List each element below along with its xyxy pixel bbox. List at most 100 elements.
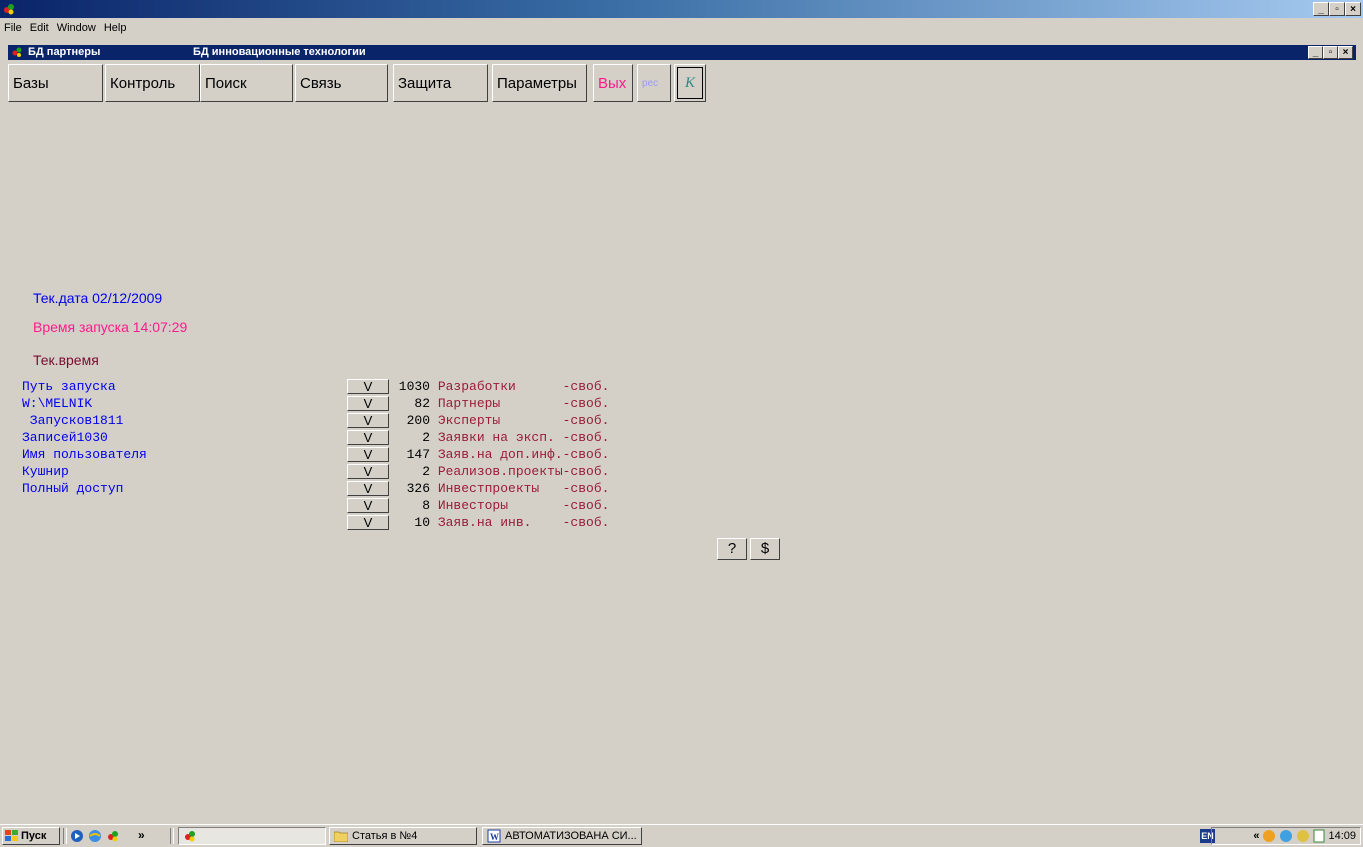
db-row: 10 Заяв.на инв. -своб. bbox=[390, 515, 609, 530]
open-db-button[interactable]: V bbox=[347, 515, 389, 530]
start-time: Время запуска 14:07:29 bbox=[33, 319, 188, 335]
current-date: Тек.дата 02/12/2009 bbox=[33, 290, 163, 306]
quicklaunch-chevron-icon[interactable]: » bbox=[138, 828, 145, 842]
db-row: 1030 Разработки -своб. bbox=[390, 379, 610, 394]
document-title: БД партнеры bbox=[28, 46, 101, 58]
clock: 14:09 bbox=[1328, 830, 1356, 842]
app-quicklaunch-icon[interactable] bbox=[106, 829, 120, 843]
db-count: 82 bbox=[414, 396, 430, 411]
db-count: 147 bbox=[406, 447, 430, 462]
control-button[interactable]: Контроль bbox=[105, 64, 200, 102]
username-label: Имя пользователя bbox=[22, 447, 147, 462]
db-row: 200 Эксперты -своб. bbox=[390, 413, 610, 428]
media-player-icon[interactable] bbox=[70, 829, 84, 843]
document-title-bar: БД партнеры БД инновационные технологии … bbox=[8, 45, 1356, 60]
db-row: 2 Реализов.проекты-своб. bbox=[390, 464, 609, 479]
doc-restore-button[interactable]: ▫ bbox=[1323, 46, 1338, 59]
tray-document-icon[interactable] bbox=[1313, 829, 1325, 843]
db-count: 200 bbox=[406, 413, 430, 428]
windows-logo-icon bbox=[5, 830, 18, 841]
menu-window[interactable]: Window bbox=[53, 22, 100, 34]
current-time: Тек.время bbox=[33, 352, 99, 368]
close-button[interactable]: × bbox=[1345, 2, 1361, 16]
main-title-bar: _ ▫ × bbox=[0, 0, 1363, 18]
res-button[interactable]: рес bbox=[637, 64, 671, 102]
db-row: 2 Заявки на эксп. -своб. bbox=[390, 430, 609, 445]
open-db-button[interactable]: V bbox=[347, 447, 389, 462]
db-row: 8 Инвесторы -своб. bbox=[390, 498, 609, 513]
document-window-controls: _ ▫ × bbox=[1308, 46, 1353, 59]
open-db-button[interactable]: V bbox=[347, 430, 389, 445]
minimize-button[interactable]: _ bbox=[1313, 2, 1329, 16]
db-row: 82 Партнеры -своб. bbox=[390, 396, 609, 411]
username: Кушнир bbox=[22, 464, 69, 479]
db-count: 2 bbox=[422, 464, 430, 479]
tray-expand-icon[interactable]: « bbox=[1253, 830, 1259, 842]
launch-path: W:\MELNIK bbox=[22, 396, 93, 411]
taskbar-separator bbox=[63, 828, 67, 844]
doc-close-button[interactable]: × bbox=[1338, 46, 1353, 59]
db-count: 2 bbox=[422, 430, 430, 445]
launch-count: Запусков1811 bbox=[22, 413, 124, 428]
open-db-button[interactable]: V bbox=[347, 481, 389, 496]
word-document-icon: W bbox=[487, 829, 501, 843]
db-name: Заяв.на доп.инф.-своб. bbox=[437, 447, 610, 462]
task-app-active[interactable] bbox=[178, 827, 326, 845]
db-count: 8 bbox=[422, 498, 430, 513]
app-icon bbox=[185, 831, 195, 842]
k-button[interactable]: K bbox=[674, 64, 706, 102]
menu-file[interactable]: File bbox=[0, 22, 26, 34]
launch-path-label: Путь запуска bbox=[22, 379, 116, 394]
db-count: 10 bbox=[414, 515, 430, 530]
menu-help[interactable]: Help bbox=[100, 22, 131, 34]
folder-icon bbox=[334, 831, 348, 842]
task-word-doc[interactable]: W АВТОМАТИЗОВАНА СИ... bbox=[482, 827, 642, 845]
link-button[interactable]: Связь bbox=[295, 64, 388, 102]
bases-button[interactable]: Базы bbox=[8, 64, 103, 102]
params-button[interactable]: Параметры bbox=[492, 64, 587, 102]
taskbar: Пуск » Статья в №4 W АВТОМАТИЗОВАНА СИ..… bbox=[0, 824, 1363, 847]
exit-button[interactable]: Вых bbox=[593, 64, 633, 102]
db-name: Партнеры -своб. bbox=[437, 396, 610, 411]
open-db-button[interactable]: V bbox=[347, 464, 389, 479]
dollar-button[interactable]: $ bbox=[750, 538, 780, 560]
system-tray: « 14:09 bbox=[1211, 827, 1361, 845]
open-db-button[interactable]: V bbox=[347, 498, 389, 513]
svg-text:W: W bbox=[490, 832, 499, 842]
db-row: 147 Заяв.на доп.инф.-своб. bbox=[390, 447, 610, 462]
browser-icon[interactable] bbox=[88, 829, 102, 843]
db-row: 326 Инвестпроекты -своб. bbox=[390, 481, 610, 496]
start-label: Пуск bbox=[21, 830, 47, 842]
doc-minimize-button[interactable]: _ bbox=[1308, 46, 1323, 59]
db-name: Инвесторы -своб. bbox=[437, 498, 610, 513]
records-count: Записей1030 bbox=[22, 430, 108, 445]
db-name: Разработки -своб. bbox=[437, 379, 610, 394]
menu-bar: File Edit Window Help bbox=[0, 18, 1363, 38]
document-icon bbox=[12, 47, 22, 57]
protect-button[interactable]: Защита bbox=[393, 64, 488, 102]
task-word-label: АВТОМАТИЗОВАНА СИ... bbox=[505, 830, 637, 842]
open-db-button[interactable]: V bbox=[347, 379, 389, 394]
db-name: Заяв.на инв. -своб. bbox=[437, 515, 610, 530]
db-count: 326 bbox=[406, 481, 430, 496]
search-button[interactable]: Поиск bbox=[200, 64, 293, 102]
tray-network-icon[interactable] bbox=[1279, 829, 1293, 843]
restore-button[interactable]: ▫ bbox=[1329, 2, 1345, 16]
menu-edit[interactable]: Edit bbox=[26, 22, 53, 34]
db-name: Заявки на эксп. -своб. bbox=[437, 430, 610, 445]
task-folder-label: Статья в №4 bbox=[352, 830, 418, 842]
db-name: Эксперты -своб. bbox=[437, 413, 610, 428]
tray-app-icon[interactable] bbox=[1262, 829, 1276, 843]
task-folder[interactable]: Статья в №4 bbox=[329, 827, 477, 845]
help-button[interactable]: ? bbox=[717, 538, 747, 560]
access-level: Полный доступ bbox=[22, 481, 124, 496]
document-subtitle: БД инновационные технологии bbox=[193, 46, 366, 58]
app-icon bbox=[4, 4, 14, 15]
db-name: Реализов.проекты-своб. bbox=[437, 464, 610, 479]
start-button[interactable]: Пуск bbox=[2, 827, 60, 845]
open-db-button[interactable]: V bbox=[347, 396, 389, 411]
db-name: Инвестпроекты -своб. bbox=[437, 481, 610, 496]
tray-security-icon[interactable] bbox=[1296, 829, 1310, 843]
main-window-controls: _ ▫ × bbox=[1313, 2, 1361, 16]
open-db-button[interactable]: V bbox=[347, 413, 389, 428]
